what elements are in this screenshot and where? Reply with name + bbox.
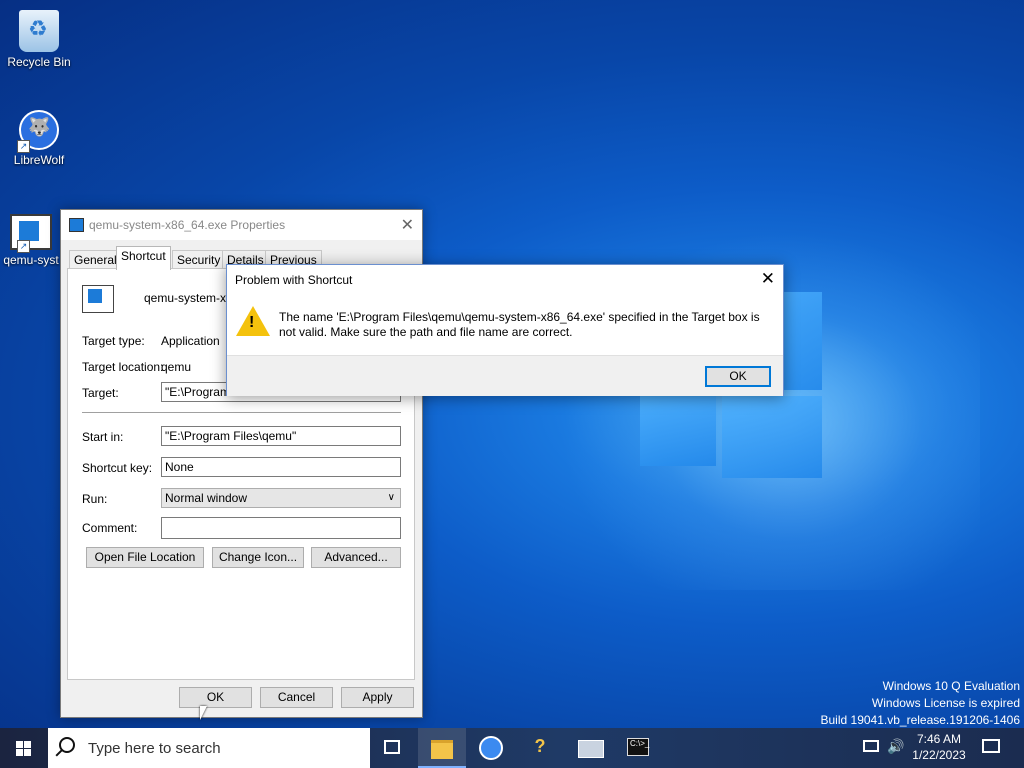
clock-date: 1/22/2023 [912, 748, 966, 762]
mouse-cursor-icon [200, 706, 207, 720]
network-computer-icon [578, 740, 604, 758]
terminal-icon: C:\>_ [627, 738, 649, 756]
target-type-label: Target type: [82, 334, 145, 348]
watermark-line: Build 19041.vb_release.191206-1406 [820, 713, 1021, 727]
cancel-button[interactable]: Cancel [260, 687, 333, 708]
librewolf-icon [479, 736, 503, 760]
recycle-bin-icon [19, 10, 59, 52]
start-button[interactable] [0, 728, 48, 768]
search-box[interactable]: Type here to search [48, 728, 370, 768]
tab-shortcut[interactable]: Shortcut [116, 246, 171, 270]
change-icon-button[interactable]: Change Icon... [212, 547, 304, 568]
target-location-value: qemu [161, 360, 192, 374]
target-type-value: Application [161, 334, 220, 348]
target-location-label: Target location: [82, 360, 164, 374]
desktop-icon-label: Recycle Bin [7, 55, 71, 69]
desktop-icon-qemu[interactable]: ↗ qemu-syst [1, 214, 61, 267]
wallpaper-logo-pane [722, 396, 822, 478]
wallpaper-logo-pane [640, 396, 716, 466]
ok-button[interactable]: OK [179, 687, 252, 708]
start-in-label: Start in: [82, 430, 124, 444]
run-select[interactable]: Normal window ∨ [161, 488, 401, 508]
shortcut-arrow-icon: ↗ [17, 240, 30, 253]
target-label: Target: [82, 386, 119, 400]
divider [82, 412, 401, 413]
volume-icon[interactable]: 🔊 [887, 738, 904, 755]
desktop-icon-label: qemu-syst [3, 253, 59, 267]
desktop-icon-librewolf[interactable]: ↗ LibreWolf [1, 110, 77, 167]
terminal-taskbar-button[interactable]: C:\>_ [614, 728, 662, 768]
properties-title: qemu-system-x86_64.exe Properties [89, 218, 286, 232]
advanced-button[interactable]: Advanced... [311, 547, 401, 568]
error-dialog-title: Problem with Shortcut [235, 273, 353, 287]
open-file-location-button[interactable]: Open File Location [86, 547, 204, 568]
problem-with-shortcut-dialog: Problem with Shortcut ✕ ! The name 'E:\P… [226, 264, 784, 396]
apply-button[interactable]: Apply [341, 687, 414, 708]
warning-icon-mark: ! [249, 314, 255, 331]
tab-general[interactable]: General [69, 250, 122, 269]
desktop-icon-label: LibreWolf [13, 153, 65, 167]
help-taskbar-button[interactable]: ? [516, 728, 564, 768]
chevron-down-icon: ∨ [387, 492, 395, 503]
comment-label: Comment: [82, 521, 138, 535]
windows-watermark: Windows 10 Q Evaluation Windows License … [821, 678, 1021, 728]
close-icon[interactable]: ✕ [761, 269, 775, 289]
desktop-icon-recycle-bin[interactable]: Recycle Bin [1, 10, 77, 69]
error-message: The name 'E:\Program Files\qemu\qemu-sys… [279, 310, 760, 339]
comment-field[interactable] [161, 517, 401, 539]
shortcut-app-icon [82, 285, 114, 313]
librewolf-taskbar-button[interactable] [467, 728, 515, 768]
tab-security[interactable]: Security [172, 250, 226, 269]
shortcut-arrow-icon: ↗ [17, 140, 30, 153]
shortcut-key-label: Shortcut key: [82, 461, 153, 475]
folder-icon [431, 740, 453, 759]
watermark-line: Windows 10 Q Evaluation [882, 679, 1020, 693]
network-app-taskbar-button[interactable] [566, 728, 614, 768]
taskbar: Type here to search ? C:\>_ 🔊 7:46 AM 1/… [0, 728, 1024, 768]
search-icon [59, 737, 75, 753]
watermark-line: Windows License is expired [871, 696, 1020, 710]
error-dialog-footer: OK [227, 355, 783, 396]
network-icon[interactable] [863, 740, 879, 752]
task-view-icon [384, 740, 400, 754]
windows-logo-icon [16, 741, 31, 756]
search-placeholder: Type here to search [88, 740, 221, 757]
notification-icon[interactable] [982, 739, 1000, 753]
run-select-value: Normal window [165, 491, 248, 505]
shortcut-key-field[interactable]: None [161, 457, 401, 477]
properties-titlebar[interactable]: qemu-system-x86_64.exe Properties ✕ [61, 210, 422, 240]
shortcut-file-icon [69, 218, 84, 232]
close-icon[interactable]: ✕ [401, 215, 414, 235]
taskbar-clock[interactable]: 7:46 AM 1/22/2023 [906, 731, 972, 763]
start-in-field[interactable]: "E:\Program Files\qemu" [161, 426, 401, 446]
error-ok-button[interactable]: OK [705, 366, 771, 387]
run-label: Run: [82, 492, 108, 506]
help-icon: ? [534, 736, 546, 756]
task-view-button[interactable] [368, 728, 416, 768]
clock-time: 7:46 AM [916, 732, 962, 746]
file-explorer-button[interactable] [418, 728, 466, 768]
